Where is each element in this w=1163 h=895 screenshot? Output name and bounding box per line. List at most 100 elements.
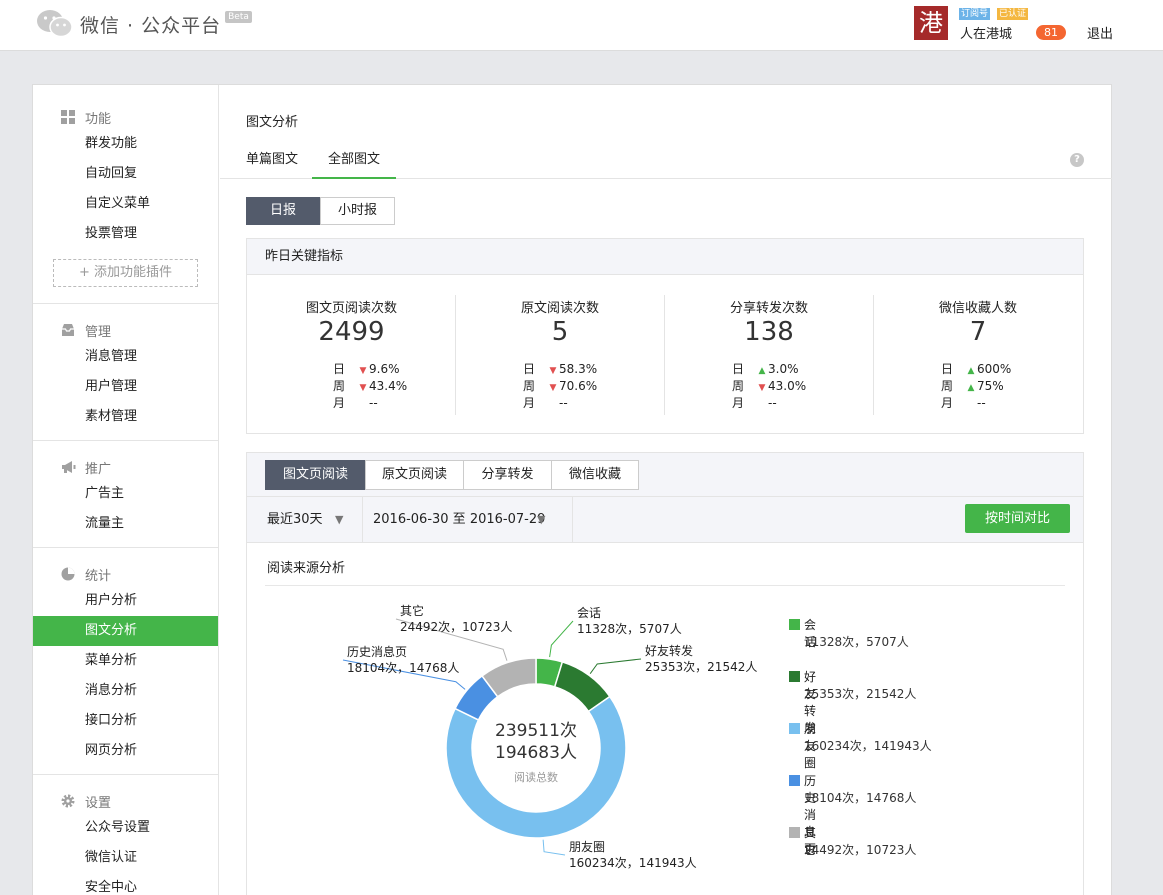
- hourly-report-button[interactable]: 小时报: [320, 197, 395, 225]
- sidebar-item-vote[interactable]: 投票管理: [33, 219, 218, 249]
- sidebar-item-user-analysis[interactable]: 用户分析: [33, 586, 218, 616]
- metric-change-day: 日 ▲ 3.0%: [732, 361, 799, 378]
- compare-by-time-button[interactable]: 按时间对比: [965, 504, 1070, 533]
- change-value: 70.6%: [559, 379, 598, 393]
- donut-center-label: 阅读总数: [514, 770, 558, 784]
- metric-change-week: 周 ▼ 70.6%: [523, 378, 597, 395]
- sidebar-item-traffic[interactable]: 流量主: [33, 509, 218, 539]
- change-value: --: [369, 396, 378, 410]
- beta-badge: Beta: [225, 11, 252, 23]
- notification-badge[interactable]: 81: [1036, 25, 1066, 40]
- sidebar-item-wechat-cert[interactable]: 微信认证: [33, 843, 218, 873]
- period-label: 月: [523, 396, 536, 410]
- sidebar: 功能 群发功能 自动回复 自定义菜单 投票管理 + 添加功能插件 管理 消息管理…: [33, 85, 219, 895]
- change-value: --: [977, 396, 986, 410]
- main-content: 图文分析 单篇图文 全部图文 ? 日报 小时报 昨日关键指标 图文页阅读次数 24…: [220, 85, 1112, 895]
- nav-group-promote: 推广 广告主 流量主: [33, 441, 218, 548]
- slice-label-3: 历史消息页: [347, 644, 407, 659]
- period-label: 日: [333, 362, 346, 376]
- tab-article-page-read[interactable]: 图文页阅读: [265, 460, 366, 490]
- sidebar-item-message-analysis[interactable]: 消息分析: [33, 676, 218, 706]
- legend-swatch: [789, 671, 800, 682]
- legend-value: 160234次，141943人: [804, 739, 932, 753]
- slice-label-1: 好友转发: [645, 643, 693, 658]
- nav-group-features: 功能 群发功能 自动回复 自定义菜单 投票管理 + 添加功能插件: [33, 85, 218, 304]
- tab-wechat-favorite[interactable]: 微信收藏: [551, 460, 639, 490]
- metric-label: 原文阅读次数: [520, 301, 599, 316]
- period-label: 月: [941, 396, 954, 410]
- legend-swatch: [789, 775, 800, 786]
- slice-label-0: 会话: [577, 606, 601, 620]
- tab-original-page-read[interactable]: 原文页阅读: [365, 460, 464, 490]
- sidebar-item-api-analysis[interactable]: 接口分析: [33, 706, 218, 736]
- change-value: 43.0%: [768, 379, 807, 393]
- sidebar-item-account-settings[interactable]: 公众号设置: [33, 813, 218, 843]
- legend-value: 18104次，14768人: [804, 791, 917, 805]
- metric-label: 分享转发次数: [729, 301, 808, 316]
- metric-label: 微信收藏人数: [938, 301, 1017, 316]
- add-plugin-button[interactable]: + 添加功能插件: [53, 259, 198, 287]
- legend-swatch: [789, 827, 800, 838]
- range-select-value: 最近30天: [267, 512, 323, 527]
- sidebar-item-users[interactable]: 用户管理: [33, 372, 218, 402]
- metric-value: 7: [969, 317, 987, 347]
- chart-box: 图文页阅读 原文页阅读 分享转发 微信收藏 最近30天 ▼ 2016-06-30…: [246, 452, 1084, 895]
- caret-down-icon: ▼: [335, 513, 344, 526]
- metric-value: 2499: [318, 317, 385, 347]
- metric-change-day: 日 ▼ 58.3%: [523, 361, 597, 378]
- sidebar-item-messages[interactable]: 消息管理: [33, 342, 218, 372]
- help-icon[interactable]: ?: [1070, 153, 1084, 167]
- sidebar-item-mass-send[interactable]: 群发功能: [33, 129, 218, 159]
- slice-label-2: 朋友圈: [569, 840, 605, 854]
- change-value: 600%: [977, 362, 1012, 376]
- megaphone-icon: [61, 460, 76, 474]
- metric-value: 138: [744, 317, 794, 347]
- change-value: --: [559, 396, 568, 410]
- period-label: 日: [941, 362, 954, 376]
- metric-change-week: 周 ▼ 43.4%: [333, 378, 407, 395]
- sidebar-item-security[interactable]: 安全中心: [33, 873, 218, 895]
- sidebar-item-auto-reply[interactable]: 自动回复: [33, 159, 218, 189]
- tab-share-forward[interactable]: 分享转发: [463, 460, 552, 490]
- account-name[interactable]: 人在港城: [960, 23, 1012, 42]
- sidebar-item-article-analysis[interactable]: 图文分析: [33, 616, 218, 646]
- metric-label: 图文页阅读次数: [305, 301, 397, 316]
- daily-report-button[interactable]: 日报: [246, 197, 320, 225]
- period-label: 周: [732, 379, 745, 393]
- slice-value-label-4: 24492次，10723人: [400, 620, 512, 634]
- key-metrics-title: 昨日关键指标: [247, 239, 1083, 275]
- sidebar-item-menu-analysis[interactable]: 菜单分析: [33, 646, 218, 676]
- sidebar-item-custom-menu[interactable]: 自定义菜单: [33, 189, 218, 219]
- sidebar-item-materials[interactable]: 素材管理: [33, 402, 218, 432]
- nav-head-features: 功能: [33, 105, 218, 129]
- grid-icon: [61, 110, 75, 124]
- metric-change-month: 月 --: [523, 395, 568, 412]
- change-value: 43.4%: [369, 379, 408, 393]
- period-label: 日: [732, 362, 745, 376]
- period-label: 周: [523, 379, 536, 393]
- nav-head-label: 统计: [85, 568, 112, 584]
- avatar[interactable]: 港: [914, 6, 948, 40]
- nav-group-stats: 统计 用户分析 图文分析 菜单分析 消息分析 接口分析 网页分析: [33, 548, 218, 775]
- inbox-icon: [61, 323, 75, 337]
- subscription-tag: 订阅号: [959, 8, 991, 20]
- sidebar-item-web-analysis[interactable]: 网页分析: [33, 736, 218, 766]
- sidebar-item-advertiser[interactable]: 广告主: [33, 479, 218, 509]
- page-title: 图文分析: [246, 115, 299, 130]
- tab-single-article[interactable]: 单篇图文: [230, 151, 314, 179]
- nav-head-stats: 统计: [33, 562, 218, 586]
- date-range-value: 2016-06-30 至 2016-07-29: [373, 512, 546, 527]
- logout-link[interactable]: 退出: [1087, 23, 1113, 42]
- tab-all-articles[interactable]: 全部图文: [312, 151, 397, 179]
- slice-value-label-3: 18104次，14768人: [347, 661, 459, 675]
- donut-center-count: 239511次: [495, 721, 577, 741]
- date-range-select[interactable]: 2016-06-30 至 2016-07-29 ▼: [363, 497, 573, 542]
- range-select[interactable]: 最近30天 ▼: [247, 497, 363, 542]
- filter-bar: 最近30天 ▼ 2016-06-30 至 2016-07-29 ▼ 按时间对比: [247, 497, 1083, 543]
- content-panel: 功能 群发功能 自动回复 自定义菜单 投票管理 + 添加功能插件 管理 消息管理…: [32, 84, 1112, 895]
- logo[interactable]: 微信 · 公众平台 Beta: [36, 9, 252, 39]
- donut-center-people: 194683人: [495, 743, 577, 763]
- wechat-logo-icon: [36, 9, 74, 39]
- period-label: 周: [941, 379, 954, 393]
- metric-change-day: 日 ▲ 600%: [941, 361, 1011, 378]
